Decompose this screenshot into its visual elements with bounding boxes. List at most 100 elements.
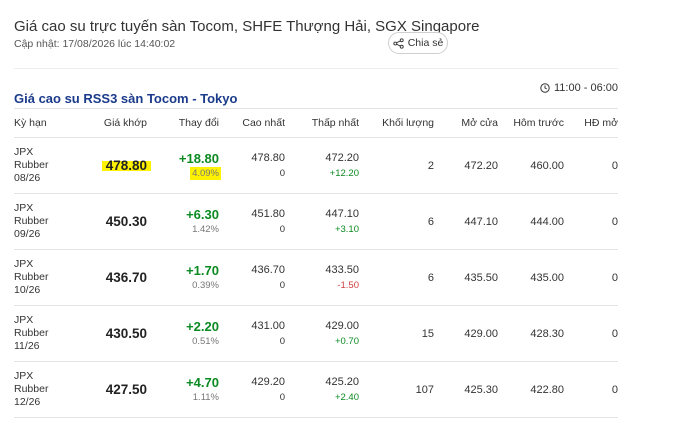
divider — [14, 68, 618, 69]
header-change: Thay đổi — [178, 117, 219, 129]
volume: 6 — [359, 249, 434, 306]
match-price: 436.70 — [105, 270, 147, 285]
contract-exchange: JPX — [14, 370, 34, 382]
low-change: +0.70 — [334, 335, 359, 347]
high-price: 478.80 — [251, 151, 285, 164]
contract-exchange: JPX — [14, 258, 34, 270]
share-icon — [393, 37, 404, 49]
low-change: -1.50 — [337, 279, 359, 291]
low-price: 425.20 — [325, 375, 359, 388]
high-change: 0 — [279, 391, 285, 403]
open-price: 472.20 — [434, 137, 498, 194]
volume: 6 — [359, 193, 434, 250]
contract-name: JPX Rubber 11/26 — [14, 314, 74, 353]
change-value: +6.30 — [186, 207, 219, 222]
section-title: Giá cao su RSS3 sàn Tocom - Tokyo — [14, 90, 238, 106]
contract-name: JPX Rubber 10/26 — [14, 258, 74, 297]
volume: 2 — [359, 137, 434, 194]
match-price: 430.50 — [105, 326, 147, 341]
low-price: 433.50 — [325, 263, 359, 276]
contract-exchange: JPX — [14, 146, 34, 158]
header-low: Thấp nhất — [311, 117, 359, 129]
header-open-interest: HĐ mở — [584, 117, 618, 129]
open-interest: 0 — [564, 137, 618, 194]
high-price: 436.70 — [251, 263, 285, 276]
prev-price: 460.00 — [498, 137, 564, 194]
table-row: JPX Rubber 12/26 427.50 +4.70 1.11% 429.… — [14, 361, 618, 418]
match-price: 427.50 — [105, 382, 147, 397]
contract-name: JPX Rubber 08/26 — [14, 146, 74, 185]
change-value: +4.70 — [186, 375, 219, 390]
header-open: Mở cửa — [461, 117, 498, 129]
change-percent: 1.11% — [192, 392, 219, 403]
header-term: Kỳ hạn — [14, 117, 47, 129]
change-value: +18.80 — [178, 151, 219, 166]
open-interest: 0 — [564, 305, 618, 362]
contract-name: JPX Rubber 09/26 — [14, 202, 74, 241]
table-row: JPX Rubber 11/26 430.50 +2.20 0.51% 431.… — [14, 305, 618, 362]
low-price: 447.10 — [325, 207, 359, 220]
low-price: 429.00 — [325, 319, 359, 332]
match-price: 450.30 — [105, 214, 147, 229]
table-header-row: Kỳ hạn Giá khớp Thay đổi Cao nhất Thấp n… — [14, 109, 618, 138]
open-price: 425.30 — [434, 361, 498, 418]
low-change: +2.40 — [334, 391, 359, 403]
high-change: 0 — [279, 167, 285, 179]
header-volume: Khối lượng — [382, 117, 434, 129]
open-price: 447.10 — [434, 193, 498, 250]
contract-product: Rubber — [14, 383, 49, 395]
contract-month: 12/26 — [14, 396, 41, 408]
low-change: +12.20 — [329, 167, 359, 179]
updated-timestamp: Cập nhật: 17/08/2026 lúc 14:40:02 — [14, 38, 176, 50]
table-row: JPX Rubber 08/26 478.80 +18.80 4.09% 478… — [14, 137, 618, 194]
contract-product: Rubber — [14, 327, 49, 339]
volume: 107 — [359, 361, 434, 418]
low-price: 472.20 — [325, 151, 359, 164]
prev-price: 422.80 — [498, 361, 564, 418]
low-change: +3.10 — [334, 223, 359, 235]
high-change: 0 — [279, 335, 285, 347]
clock-icon — [540, 83, 550, 93]
price-table: Kỳ hạn Giá khớp Thay đổi Cao nhất Thấp n… — [14, 109, 618, 418]
share-button-label: Chia sẻ — [407, 37, 444, 49]
open-interest: 0 — [564, 361, 618, 418]
prev-price: 435.00 — [498, 249, 564, 306]
trading-hours-text: 11:00 - 06:00 — [553, 82, 618, 94]
change-percent: 0.51% — [192, 336, 219, 347]
contract-product: Rubber — [14, 159, 49, 171]
change-percent: 0.39% — [192, 280, 219, 291]
high-change: 0 — [279, 279, 285, 291]
high-price: 451.80 — [251, 207, 285, 220]
prev-price: 428.30 — [498, 305, 564, 362]
match-price: 478.80 — [101, 158, 151, 173]
contract-product: Rubber — [14, 271, 49, 283]
high-price: 431.00 — [251, 319, 285, 332]
table-row: JPX Rubber 10/26 436.70 +1.70 0.39% 436.… — [14, 249, 618, 306]
contract-month: 11/26 — [14, 340, 40, 352]
change-value: +2.20 — [186, 319, 219, 334]
volume: 15 — [359, 305, 434, 362]
contract-name: JPX Rubber 12/26 — [14, 370, 74, 409]
header-price: Giá khớp — [103, 117, 147, 129]
header-high: Cao nhất — [242, 117, 285, 129]
contract-month: 10/26 — [14, 284, 41, 296]
contract-exchange: JPX — [14, 314, 34, 326]
open-price: 429.00 — [434, 305, 498, 362]
change-percent: 1.42% — [192, 224, 219, 235]
high-price: 429.20 — [251, 375, 285, 388]
share-button[interactable]: Chia sẻ — [388, 32, 448, 54]
contract-month: 09/26 — [14, 228, 41, 240]
change-value: +1.70 — [186, 263, 219, 278]
contract-product: Rubber — [14, 215, 49, 227]
open-price: 435.50 — [434, 249, 498, 306]
trading-hours: 11:00 - 06:00 — [540, 82, 618, 94]
high-change: 0 — [279, 223, 285, 235]
open-interest: 0 — [564, 193, 618, 250]
prev-price: 444.00 — [498, 193, 564, 250]
change-percent: 4.09% — [190, 167, 221, 180]
table-row: JPX Rubber 09/26 450.30 +6.30 1.42% 451.… — [14, 193, 618, 250]
contract-month: 08/26 — [14, 172, 41, 184]
header-prev: Hôm trước — [513, 117, 564, 129]
contract-exchange: JPX — [14, 202, 34, 214]
open-interest: 0 — [564, 249, 618, 306]
